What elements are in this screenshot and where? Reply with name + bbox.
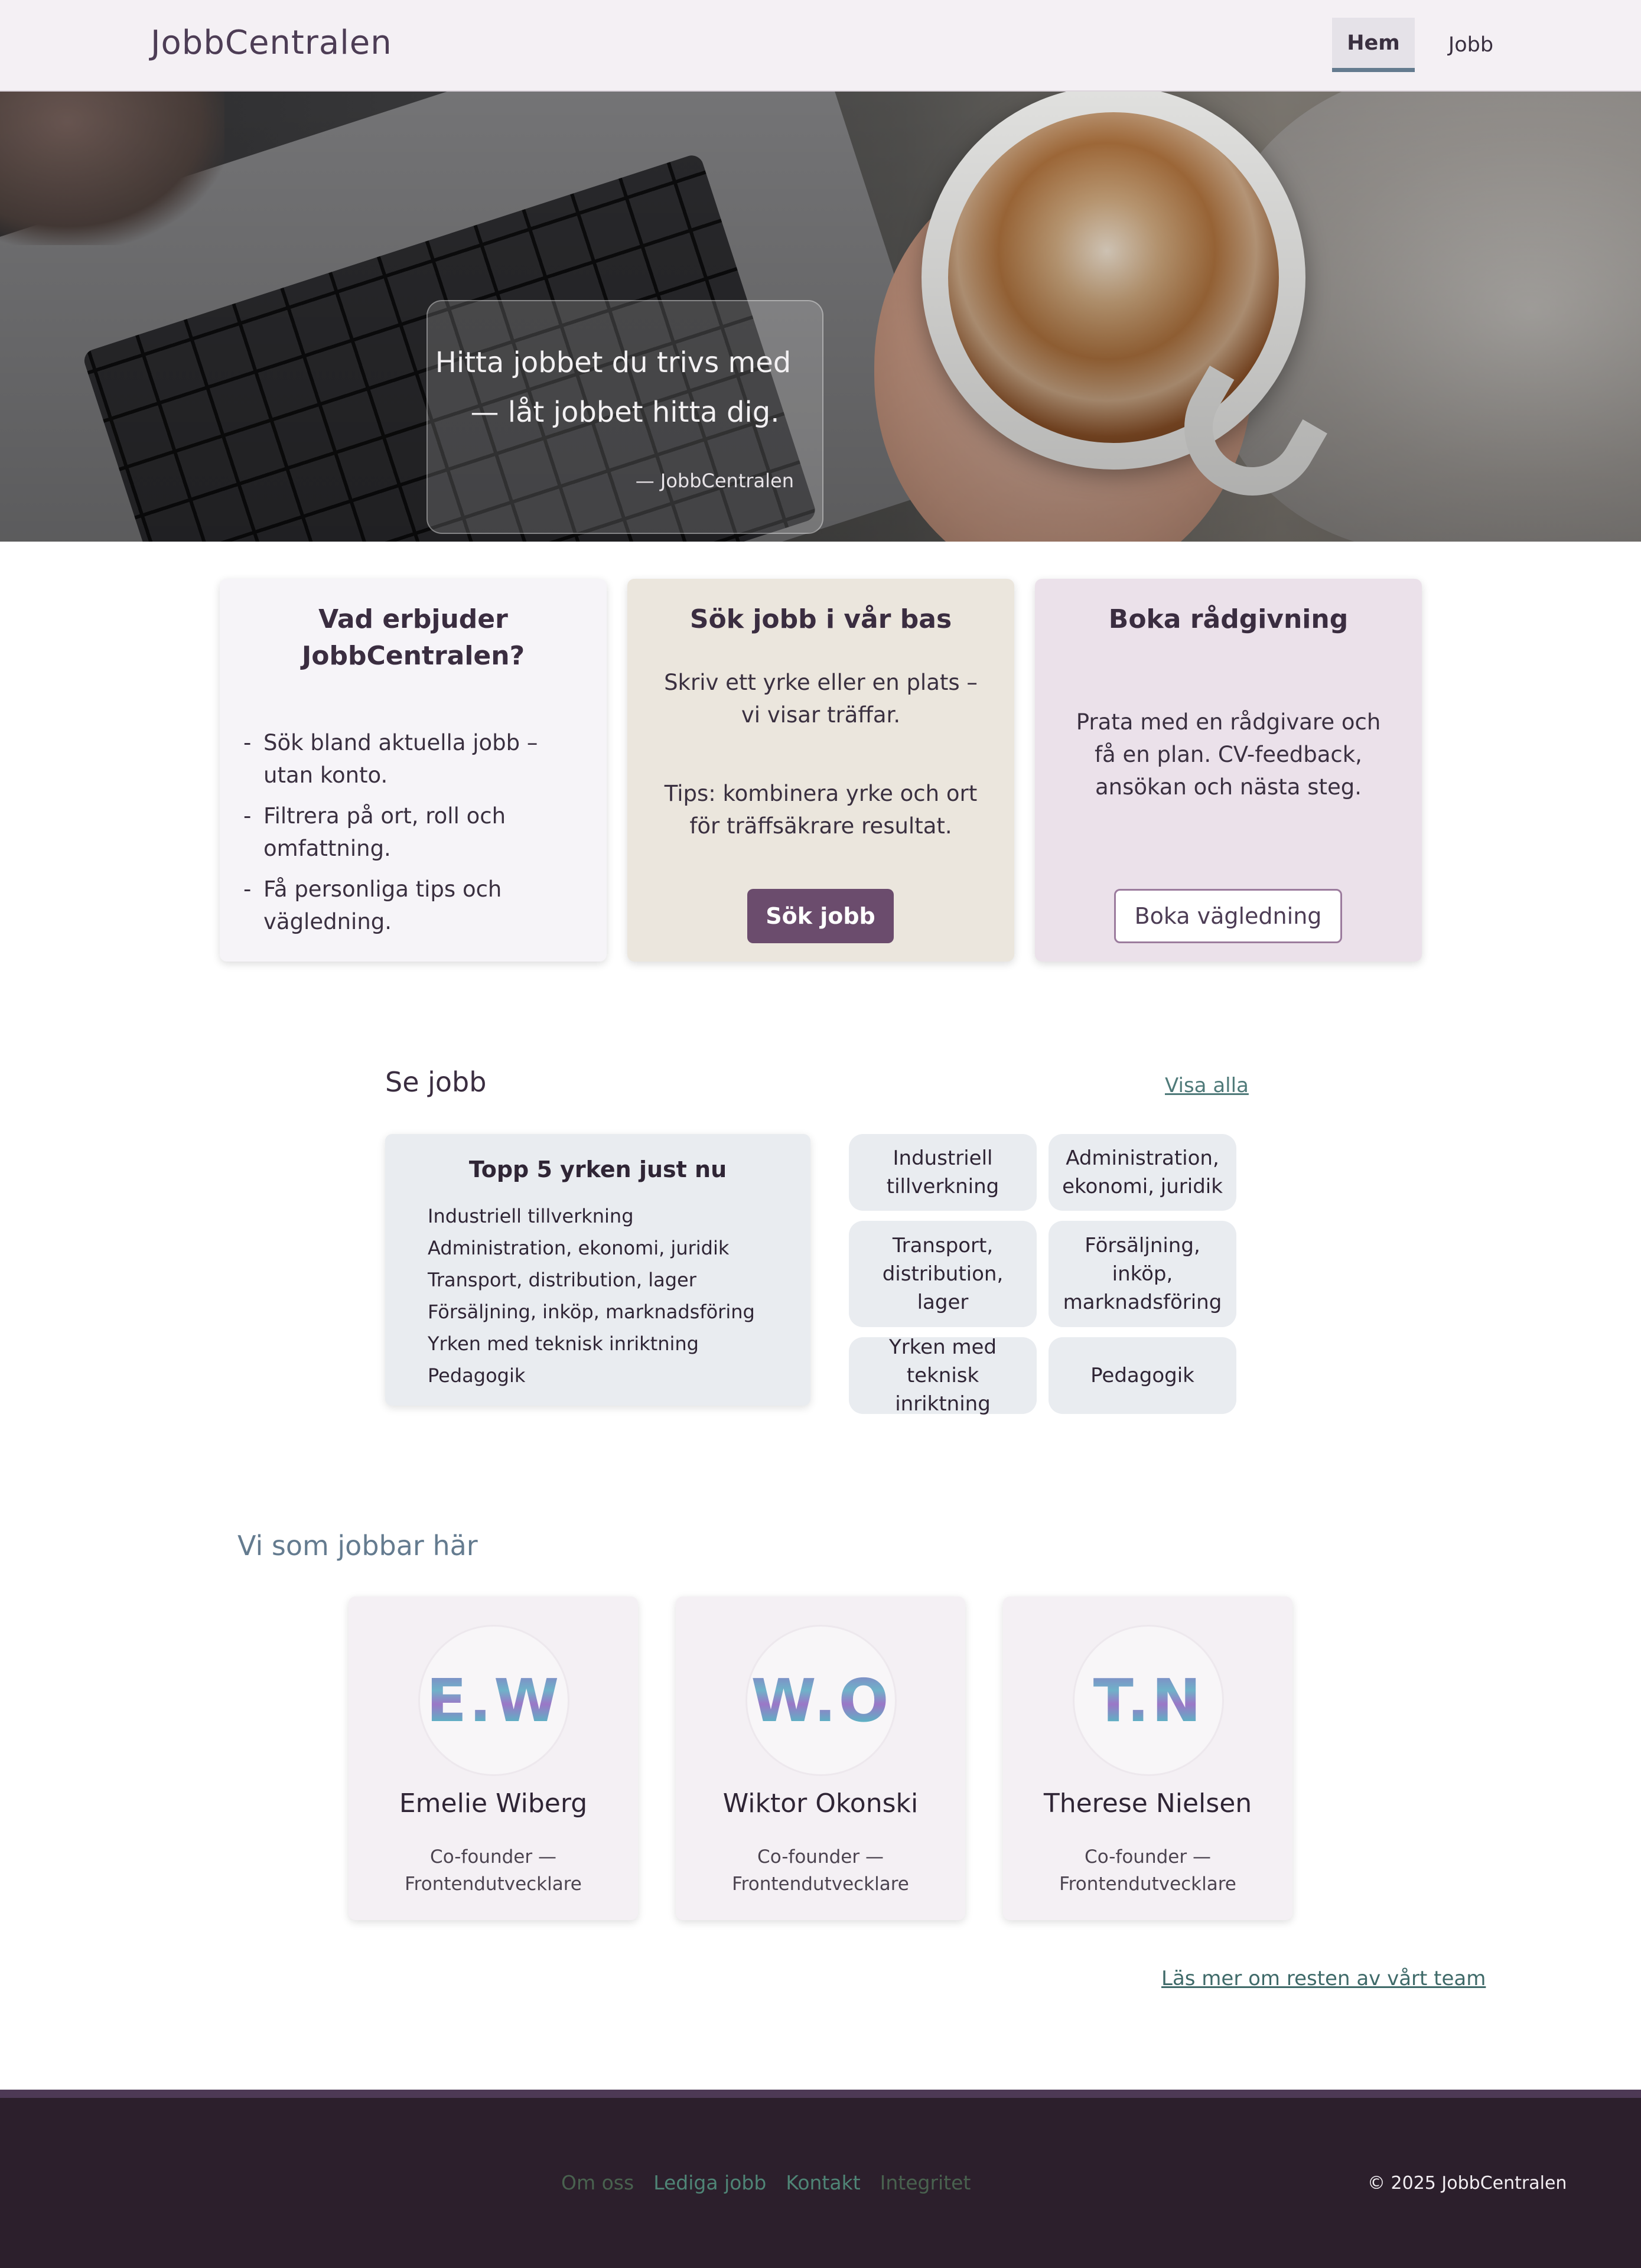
search-card-tip: Tips: kombinera yrke och ort för träffsä… — [664, 781, 978, 839]
list-item: - Filtrera på ort, roll och omfattning. — [243, 803, 506, 861]
category-tile-pedagogik[interactable]: Pedagogik — [1049, 1337, 1236, 1414]
team-section-title: Vi som jobbar här — [237, 1530, 478, 1562]
avatar: E.W — [418, 1625, 569, 1776]
search-card-title: Sök jobb i vår bas — [689, 604, 952, 634]
member-role: Co-founder — Frontendutvecklare — [405, 1846, 582, 1895]
nav-item-hem[interactable]: Hem — [1332, 18, 1415, 72]
hero-quote-line-1: Hitta jobbet du trivs med — [435, 346, 792, 379]
hero-quote-box: Hitta jobbet du trivs med — låt jobbet h… — [426, 300, 823, 534]
book-guidance-button[interactable]: Boka vägledning — [1114, 889, 1342, 943]
footer-links: Om oss Lediga jobb Kontakt Integritet — [561, 2171, 971, 2194]
list-item: Industriell tillverkning — [428, 1205, 634, 1227]
team-member-card: W.O Wiktor Okonski Co-founder — Frontend… — [676, 1596, 965, 1920]
site-logo[interactable]: JobbCentralen — [151, 24, 392, 62]
category-tile-industriell[interactable]: Industriell tillverkning — [849, 1134, 1037, 1211]
team-more-link[interactable]: Läs mer om resten av vårt team — [1161, 1967, 1486, 1990]
list-item: Transport, distribution, lager — [428, 1269, 696, 1291]
avatar: W.O — [745, 1625, 897, 1776]
top-navbar: JobbCentralen Hem Jobb — [0, 0, 1641, 92]
offer-card-title: Vad erbjuder JobbCentralen? — [301, 604, 525, 671]
top5-title: Topp 5 yrken just nu — [468, 1156, 727, 1182]
search-card-text: Skriv ett yrke eller en plats – vi visar… — [664, 670, 978, 728]
member-name: Wiktor Okonski — [722, 1788, 919, 1819]
offer-card: Vad erbjuder JobbCentralen? - Sök bland a… — [220, 579, 607, 962]
member-name: Therese Nielsen — [1043, 1788, 1252, 1819]
list-item: Administration, ekonomi, juridik — [428, 1237, 730, 1259]
footer-accent-bar — [0, 2090, 1641, 2098]
jobs-section-title: Se jobb — [385, 1066, 487, 1098]
hero-banner: Hitta jobbet du trivs med — låt jobbet h… — [0, 92, 1641, 542]
top5-list: Industriell tillverkning Administration,… — [428, 1200, 755, 1392]
footer-link-om-oss[interactable]: Om oss — [561, 2171, 634, 2194]
category-tile-forsaljning[interactable]: Försäljning, inköp, marknadsföring — [1049, 1221, 1236, 1327]
offer-bullet-list: - Sök bland aktuella jobb – utan konto. -… — [243, 726, 589, 946]
category-tile-administration[interactable]: Administration, ekonomi, juridik — [1049, 1134, 1236, 1211]
search-jobs-button[interactable]: Sök jobb — [747, 889, 894, 943]
list-item: - Sök bland aktuella jobb – utan konto. — [243, 730, 538, 788]
top5-panel: Topp 5 yrken just nu Industriell tillver… — [385, 1134, 810, 1406]
team-member-card: E.W Emelie Wiberg Co-founder — Frontendu… — [349, 1596, 638, 1920]
footer-link-kontakt[interactable]: Kontakt — [786, 2171, 860, 2194]
hero-quote-author: — JobbCentralen — [635, 470, 794, 492]
hero-quote-line-2: — låt jobbet hitta dig. — [470, 396, 780, 429]
member-role: Co-founder — Frontendutvecklare — [1059, 1846, 1236, 1895]
member-name: Emelie Wiberg — [399, 1788, 588, 1819]
category-tiles: Industriell tillverkning Administration,… — [849, 1134, 1236, 1416]
list-item: - Få personliga tips och vägledning. — [243, 876, 502, 934]
advice-card-title: Boka rådgivning — [1108, 604, 1349, 634]
list-item: Försäljning, inköp, marknadsföring — [428, 1301, 755, 1323]
list-item: Pedagogik — [428, 1364, 526, 1387]
advice-card: Boka rådgivning Prata med en rådgivare o… — [1035, 579, 1422, 962]
footer-link-integritet[interactable]: Integritet — [880, 2171, 971, 2194]
category-tile-teknisk[interactable]: Yrken med teknisk inriktning — [849, 1335, 1037, 1416]
category-tile-transport[interactable]: Transport, distribution, lager — [849, 1221, 1037, 1327]
footer-link-lediga-jobb[interactable]: Lediga jobb — [653, 2171, 766, 2194]
nav-item-jobb[interactable]: Jobb — [1435, 18, 1506, 72]
list-item: Yrken med teknisk inriktning — [428, 1332, 699, 1355]
search-card: Sök jobb i vår bas Skriv ett yrke eller … — [627, 579, 1014, 962]
advice-card-text: Prata med en rådgivare och få en plan. C… — [1076, 709, 1381, 800]
team-member-card: T.N Therese Nielsen Co-founder — Fronten… — [1003, 1596, 1292, 1920]
avatar: T.N — [1073, 1625, 1224, 1776]
member-role: Co-founder — Frontendutvecklare — [732, 1846, 909, 1895]
site-footer: Om oss Lediga jobb Kontakt Integritet © … — [0, 2098, 1641, 2268]
view-all-link[interactable]: Visa alla — [1165, 1074, 1249, 1097]
copyright-text: © 2025 JobbCentralen — [1368, 2173, 1567, 2194]
